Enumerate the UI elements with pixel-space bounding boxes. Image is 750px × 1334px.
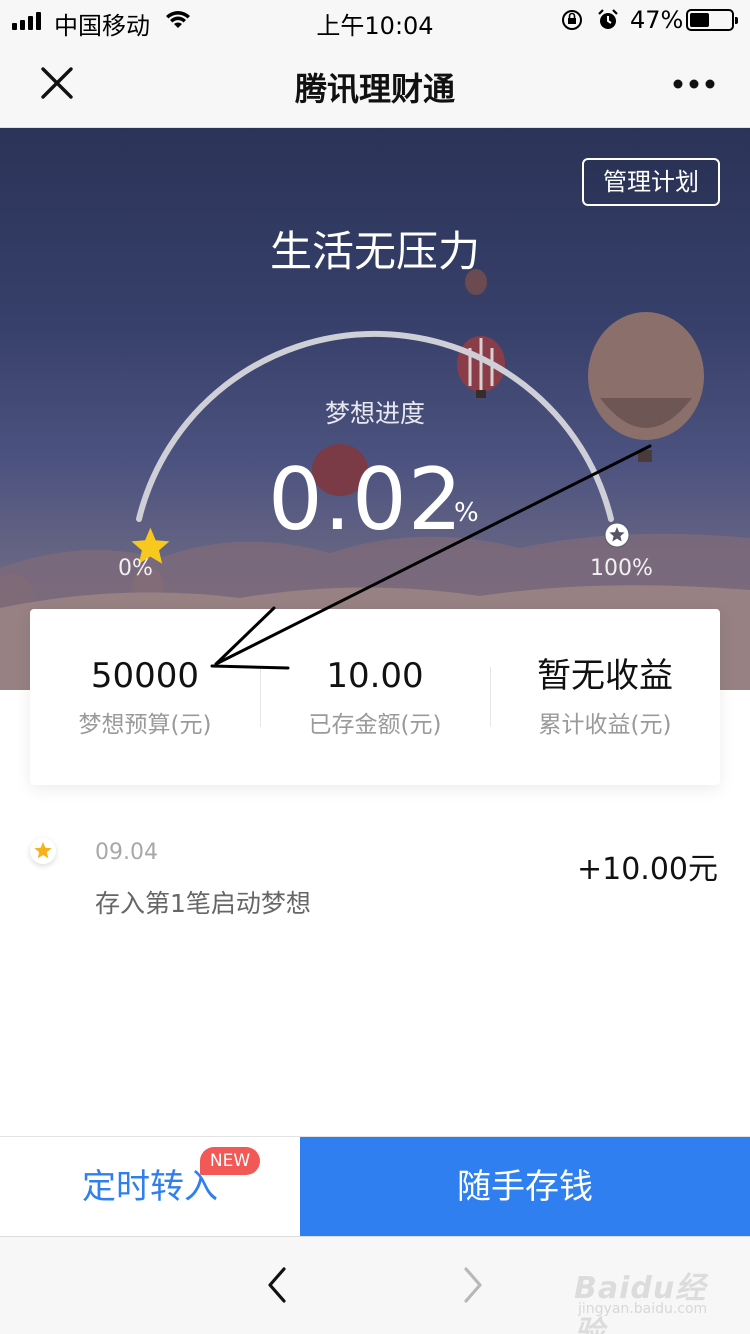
progress-label: 梦想进度 xyxy=(324,399,425,428)
stat-label: 已存金额(元) xyxy=(308,712,442,738)
deposit-button[interactable]: 随手存钱 xyxy=(300,1137,750,1237)
battery-icon xyxy=(686,9,738,31)
summary-card: 50000 梦想预算(元) 10.00 已存金额(元) 暂无收益 累计收益(元) xyxy=(30,609,720,785)
plan-title: 生活无压力 xyxy=(269,227,480,276)
more-icon[interactable] xyxy=(672,78,716,90)
chevron-left-icon[interactable] xyxy=(262,1265,292,1305)
stat-value: 10.00 xyxy=(326,656,424,696)
chevron-right-icon[interactable] xyxy=(458,1265,488,1305)
action-bar: 定时转入 NEW 随手存钱 xyxy=(0,1136,750,1237)
alarm-icon xyxy=(598,9,618,29)
stat-label: 累计收益(元) xyxy=(538,712,672,738)
stat-value: 暂无收益 xyxy=(537,656,673,696)
stat-value: 50000 xyxy=(90,656,200,696)
stat-label: 梦想预算(元) xyxy=(78,712,212,738)
watermark-url: jingyan.baidu.com xyxy=(578,1301,708,1317)
stat-saved: 10.00 已存金额(元) xyxy=(260,649,490,739)
plan-hero: 管理计划 生活无压力 梦想进度 0.02 % 0% 100% xyxy=(0,128,750,690)
orientation-lock-icon xyxy=(562,10,582,30)
record-amount: +10.00元 xyxy=(576,852,718,887)
progress-unit: % xyxy=(454,498,479,528)
progress-value: 0.02 xyxy=(268,450,464,550)
star-icon xyxy=(30,838,56,864)
baidu-jingyan-watermark: Baidu经验 jingyan.baidu.com xyxy=(574,1263,724,1334)
record-description: 存入第1笔启动梦想 xyxy=(95,889,311,918)
record-date: 09.04 xyxy=(95,840,158,865)
browser-toolbar: Baidu经验 jingyan.baidu.com xyxy=(0,1236,750,1334)
nav-bar: 腾讯理财通 xyxy=(0,40,750,128)
page: 中国移动 上午10:04 47% 腾讯理财通 管理计划 生活无压力 梦想进度 0… xyxy=(0,0,750,1334)
manage-plan-button[interactable]: 管理计划 xyxy=(582,158,720,206)
arc-min-label: 0% xyxy=(118,556,153,581)
page-title: 腾讯理财通 xyxy=(294,70,455,108)
stat-earnings: 暂无收益 累计收益(元) xyxy=(490,649,720,739)
new-badge: NEW xyxy=(200,1147,260,1175)
watermark-text: Baidu经验 xyxy=(574,1271,707,1334)
status-bar: 中国移动 上午10:04 47% xyxy=(0,0,750,40)
stat-budget: 50000 梦想预算(元) xyxy=(30,649,260,739)
battery-percent: 47% xyxy=(630,6,684,34)
arc-max-label: 100% xyxy=(590,556,653,581)
